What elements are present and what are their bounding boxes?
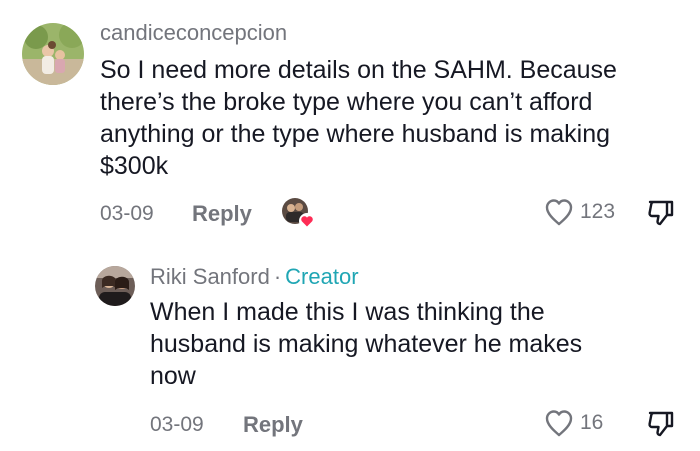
thumbs-down-icon	[648, 200, 674, 226]
comment-dislike-button[interactable]	[646, 198, 676, 233]
comment-date: 03-09	[100, 202, 154, 225]
reply-avatar[interactable]	[95, 266, 135, 306]
reply-reply-button[interactable]: Reply	[243, 412, 303, 438]
reply-like-button[interactable]: 16	[544, 409, 603, 437]
reply-dislike-button[interactable]	[646, 409, 676, 444]
comment-reply-button[interactable]: Reply	[192, 201, 252, 227]
comment-text: So I need more details on the SAHM. Beca…	[100, 56, 617, 180]
thumbs-down-icon	[648, 411, 674, 437]
heart-outline-icon	[545, 199, 573, 226]
username-separator: ·	[273, 264, 282, 289]
creator-liked-badge	[280, 196, 315, 230]
heart-outline-icon	[545, 410, 573, 437]
creator-badge: Creator	[285, 264, 359, 289]
comment-like-button[interactable]: 123	[544, 198, 615, 226]
comment-like-count: 123	[580, 200, 616, 223]
reply-text: When I made this I was thinking the husb…	[150, 298, 583, 390]
reply-like-count: 16	[580, 411, 604, 434]
commenter-avatar[interactable]	[22, 23, 84, 85]
comment-username[interactable]: candiceconcepcion	[100, 20, 287, 46]
reply-username[interactable]: Riki Sanford	[150, 264, 270, 289]
creator-liked-heart-icon	[282, 198, 315, 229]
reply-date: 03-09	[150, 413, 204, 436]
reply-username-line: Riki Sanford · Creator	[150, 264, 359, 290]
